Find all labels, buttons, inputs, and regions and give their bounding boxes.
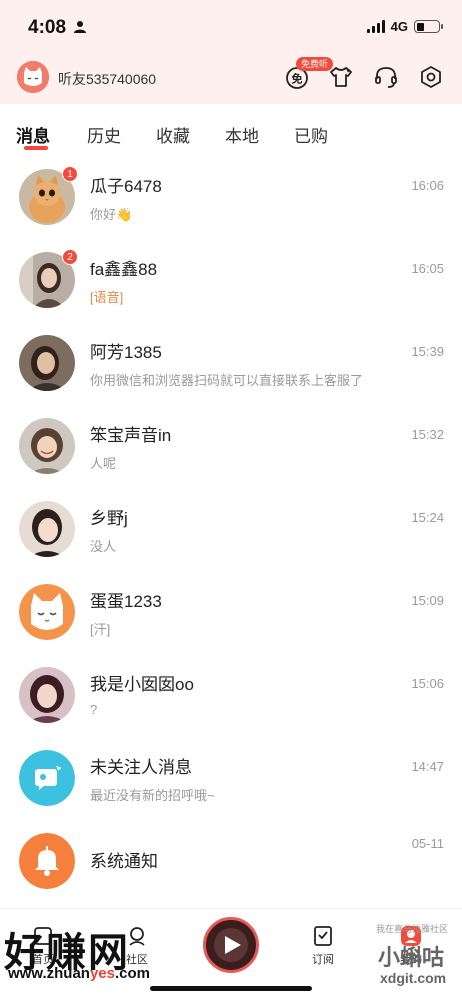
message-preview: [汗] — [90, 622, 111, 637]
tab-local[interactable]: 本地 — [225, 122, 259, 147]
list-item[interactable]: 1 瓜子6478 你好👋 16:06 — [0, 156, 462, 239]
status-bar: 4:08 4G — [0, 0, 462, 54]
play-icon — [214, 928, 248, 962]
message-time: 15:39 — [411, 344, 444, 359]
now-playing-button[interactable] — [203, 917, 259, 973]
svg-text:免: 免 — [292, 72, 303, 86]
settings-icon[interactable] — [418, 64, 444, 90]
avatar — [19, 335, 75, 391]
battery-icon — [414, 20, 443, 33]
person-photo-icon — [19, 418, 75, 474]
unread-badge: 1 — [62, 166, 78, 182]
active-tab-indicator — [24, 146, 48, 150]
tab-bar: 消息 历史 收藏 本地 已购 — [0, 104, 462, 156]
username[interactable]: 听友535740060 — [58, 69, 156, 89]
person-icon — [74, 21, 86, 33]
list-item[interactable]: 阿芳1385 你用微信和浏览器扫码就可以直接联系上客服了 15:39 — [0, 322, 462, 405]
contact-name: 我是小囡囡oo — [90, 675, 194, 694]
user-avatar[interactable] — [17, 61, 49, 93]
header: 听友535740060 免 免费听 — [0, 54, 462, 102]
message-time: 15:09 — [411, 593, 444, 608]
signal-icon — [366, 20, 385, 33]
contact-name: 阿芳1385 — [90, 343, 162, 362]
person-photo-icon — [19, 667, 75, 723]
list-item[interactable]: 2 fa鑫鑫88 [语音] 16:05 — [0, 239, 462, 322]
message-preview: 没人 — [90, 539, 117, 554]
avatar — [19, 584, 75, 640]
watermark-url: www.zhuanyes.com — [8, 965, 150, 982]
message-preview: 最近没有新的招呼哦~ — [90, 788, 215, 803]
list-item[interactable]: 未关注人消息 最近没有新的招呼哦~ 14:47 — [0, 737, 462, 820]
subscribe-icon[interactable] — [312, 925, 334, 947]
list-item[interactable]: 笨宝声音in 人呢 15:32 — [0, 405, 462, 488]
message-preview: 人呢 — [90, 456, 117, 471]
status-time: 4:08 — [28, 17, 67, 38]
tab-purchased[interactable]: 已购 — [294, 122, 328, 147]
headset-service-icon[interactable] — [373, 64, 399, 90]
contact-name: 笨宝声音in — [90, 426, 172, 445]
shirt-icon[interactable] — [328, 64, 354, 90]
message-time: 16:06 — [411, 178, 444, 193]
contact-name: 未关注人消息 — [90, 758, 192, 777]
network-type: 4G — [390, 19, 408, 34]
contact-name: 瓜子6478 — [90, 177, 162, 196]
message-time: 16:05 — [411, 261, 444, 276]
message-preview: 你用微信和浏览器扫码就可以直接联系上客服了 — [90, 373, 364, 388]
avatar — [19, 418, 75, 474]
watermark-right-small: 我在喜马拉雅社区 — [376, 924, 449, 934]
tab-history[interactable]: 历史 — [87, 122, 121, 147]
nav-subscribe-label[interactable]: 订阅 — [312, 951, 334, 967]
list-item[interactable]: 我是小囡囡oo ? 15:06 — [0, 654, 462, 737]
bell-icon — [19, 833, 75, 889]
list-item[interactable]: 乡野j 没人 15:24 — [0, 488, 462, 571]
message-time: 15:32 — [411, 427, 444, 442]
home-indicator — [150, 986, 312, 991]
tab-messages[interactable]: 消息 — [16, 122, 50, 147]
avatar — [19, 750, 75, 806]
cat-avatar-icon — [19, 584, 75, 640]
message-preview: ? — [90, 702, 98, 717]
message-time: 15:24 — [411, 510, 444, 525]
watermark-right-logo: 小蝌咕 — [378, 945, 445, 970]
contact-name: 系统通知 — [90, 852, 158, 871]
contact-name: fa鑫鑫88 — [90, 260, 158, 279]
person-photo-icon — [19, 501, 75, 557]
message-list: 1 瓜子6478 你好👋 16:06 2 fa鑫鑫88 [语音] 16:05 阿… — [0, 156, 462, 903]
message-preview: 你好👋 — [90, 207, 133, 222]
message-preview: [语音] — [90, 290, 124, 305]
watermark-right-url: xdgit.com — [380, 970, 447, 986]
list-item[interactable]: 系统通知 05-11 — [0, 820, 462, 903]
message-time: 05-11 — [411, 836, 444, 851]
status-indicators: 4G — [366, 19, 443, 34]
avatar — [19, 501, 75, 557]
person-photo-icon — [19, 335, 75, 391]
list-item[interactable]: 蛋蛋1233 [汗] 15:09 — [0, 571, 462, 654]
stranger-message-icon — [19, 750, 75, 806]
avatar — [19, 833, 75, 889]
contact-name: 乡野j — [90, 509, 128, 528]
avatar — [19, 667, 75, 723]
cat-avatar-icon — [17, 61, 49, 93]
message-time: 15:06 — [411, 676, 444, 691]
contact-name: 蛋蛋1233 — [90, 592, 162, 611]
unread-badge: 2 — [62, 249, 78, 265]
tab-favorites[interactable]: 收藏 — [156, 122, 190, 147]
message-time: 14:47 — [411, 759, 444, 774]
